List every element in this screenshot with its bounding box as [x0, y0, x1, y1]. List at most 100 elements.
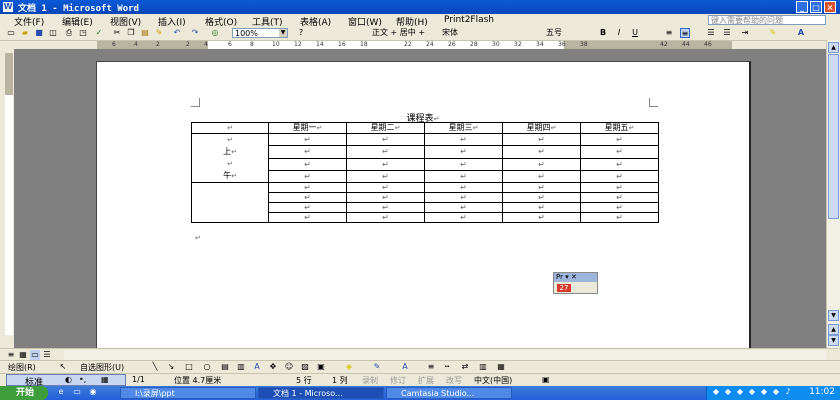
table-cell[interactable]: ↵	[502, 169, 581, 184]
tray-icon-5[interactable]: ◆	[759, 387, 769, 397]
image-icon[interactable]: ▣	[316, 362, 326, 372]
horizontal-scrollbar[interactable]	[64, 350, 826, 360]
line-style-icon[interactable]: ≡	[426, 362, 436, 372]
table-cell[interactable]: ↵	[346, 169, 425, 184]
table-header-cell[interactable]: 星期五↵	[580, 122, 659, 134]
table-cell[interactable]: ↵	[580, 169, 659, 184]
maximize-button[interactable]: □	[810, 1, 822, 13]
table-cell[interactable]: ↵	[502, 202, 581, 213]
table-header-cell[interactable]: 星期二↵	[346, 122, 425, 134]
close-button[interactable]: ×	[824, 1, 836, 13]
afternoon-cell[interactable]	[191, 182, 269, 223]
quicklaunch-ie-icon[interactable]: e	[56, 387, 66, 397]
next-page-button[interactable]: ▼	[828, 335, 839, 346]
spelling-status-icon[interactable]: ▣	[542, 375, 550, 384]
print-preview-icon[interactable]: ◳	[78, 28, 88, 38]
diagram-icon[interactable]: ✥	[268, 362, 278, 372]
tray-icon-6[interactable]: ◆	[771, 387, 781, 397]
open-folder-icon[interactable]: ▰	[20, 28, 30, 38]
arrow-icon[interactable]: ↘	[166, 362, 176, 372]
line-icon[interactable]: ╲	[150, 362, 160, 372]
table-cell[interactable]: ↵	[268, 192, 347, 203]
bold-button[interactable]: B	[598, 28, 608, 38]
page[interactable]: 课程表↵ ↵ 星期一↵ 星期二↵ 星期三↵ 星期四↵ 星期五↵ ↵ 上↵ ↵ 午↵ ↵…	[96, 61, 751, 350]
shadow-icon[interactable]: ▥	[478, 362, 488, 372]
table-cell[interactable]: ↵	[424, 182, 503, 193]
line-color-icon[interactable]: ✎	[372, 362, 382, 372]
select-objects-icon[interactable]: ↖	[58, 362, 68, 372]
status-extend[interactable]: 扩展	[418, 375, 434, 386]
table-cell[interactable]: ↵	[346, 157, 425, 171]
ime-punct-icon[interactable]: •,	[79, 375, 86, 384]
table-cell[interactable]: ↵	[580, 182, 659, 193]
table-cell[interactable]: ↵	[268, 202, 347, 213]
table-cell[interactable]: ↵	[346, 202, 425, 213]
table-cell[interactable]: ↵	[502, 145, 581, 159]
table-cell[interactable]: ↵	[424, 192, 503, 203]
table-cell[interactable]: ↵	[346, 182, 425, 193]
tray-icon-1[interactable]: ◆	[711, 387, 721, 397]
align-center-icon[interactable]: ≡	[680, 28, 690, 38]
font-size-select[interactable]: 五号	[544, 28, 588, 38]
hyperlink-icon[interactable]: ◎	[210, 28, 220, 38]
copy-icon[interactable]: ❐	[126, 28, 136, 38]
spelling-icon[interactable]: ✓	[94, 28, 104, 38]
previous-page-button[interactable]: ▲	[828, 324, 839, 335]
bullets-icon[interactable]: ☰	[722, 28, 732, 38]
table-cell[interactable]: ↵	[580, 157, 659, 171]
tray-icon-3[interactable]: ◆	[735, 387, 745, 397]
italic-button[interactable]: I	[614, 28, 624, 38]
table-cell[interactable]: ↵	[580, 132, 659, 147]
fill-color-icon[interactable]: ◈	[344, 362, 354, 372]
start-button[interactable]: 开始	[0, 386, 48, 400]
dash-style-icon[interactable]: ┅	[442, 362, 452, 372]
table-cell[interactable]: ↵	[580, 212, 659, 223]
vertical-scrollbar[interactable]: ▲ ▼ ▲ ▼	[826, 40, 840, 348]
floating-toolbar-button[interactable]: 27	[557, 284, 571, 292]
table-cell[interactable]: ↵	[424, 169, 503, 184]
table-cell[interactable]: ↵	[424, 202, 503, 213]
table-cell[interactable]: ↵	[580, 145, 659, 159]
task-word-button[interactable]: 文档 1 - Microso...	[258, 387, 384, 399]
table-cell[interactable]: ↵	[502, 132, 581, 147]
wordart-icon[interactable]: A	[252, 362, 262, 372]
font-select[interactable]: 宋体	[440, 28, 530, 38]
volume-icon[interactable]: ♪	[783, 387, 793, 397]
vertical-textbox-icon[interactable]: ▥	[236, 362, 246, 372]
font-color-button[interactable]: A	[796, 28, 806, 38]
arrow-style-icon[interactable]: ⇄	[460, 362, 470, 372]
table-cell[interactable]: ↵	[502, 182, 581, 193]
table-cell[interactable]: ↵	[580, 202, 659, 213]
underline-button[interactable]: U	[630, 28, 640, 38]
draw-menu-button[interactable]: 绘图(R)	[8, 362, 36, 373]
table-cell[interactable]: ↵	[424, 132, 503, 147]
help-search-input[interactable]: 键入需要帮助的问题	[708, 15, 826, 25]
task-camtasia-button[interactable]: Camtasia Studio...	[386, 387, 512, 399]
scroll-down-button[interactable]: ▼	[828, 310, 839, 321]
align-left-icon[interactable]: ≡	[664, 28, 674, 38]
ime-keyboard-icon[interactable]: ▦	[101, 375, 109, 384]
table-cell[interactable]: ↵	[346, 192, 425, 203]
ime-mode-icon[interactable]: ◐	[65, 375, 72, 384]
horizontal-ruler[interactable]: 6 4 2 2 4 6 8 10 12 14 16 18 22 24 26 28 30 32 34 36 38 42 44 4…	[12, 41, 832, 49]
table-cell[interactable]: ↵	[191, 122, 269, 134]
redo-icon[interactable]: ↷	[190, 28, 200, 38]
indent-icon[interactable]: ⇥	[740, 28, 750, 38]
status-record[interactable]: 录制	[362, 375, 378, 386]
zoom-select[interactable]: 100% ▼	[232, 28, 288, 38]
textbox-icon[interactable]: ▤	[220, 362, 230, 372]
quicklaunch-desktop-icon[interactable]: ▭	[72, 387, 82, 397]
format-painter-icon[interactable]: ✎	[154, 28, 164, 38]
table-cell[interactable]: ↵	[502, 192, 581, 203]
highlight-icon[interactable]: ✎	[768, 28, 778, 38]
clipart-icon[interactable]: ☺	[284, 362, 294, 372]
normal-view-icon[interactable]: ≡	[6, 350, 16, 360]
table-cell[interactable]: ↵	[346, 212, 425, 223]
status-track-changes[interactable]: 修订	[390, 375, 406, 386]
schedule-table[interactable]: ↵ 星期一↵ 星期二↵ 星期三↵ 星期四↵ 星期五↵ ↵ 上↵ ↵ 午↵ ↵ ↵ ↵ ↵ ↵ …	[191, 122, 659, 223]
oval-icon[interactable]: ○	[202, 362, 212, 372]
table-cell[interactable]: ↵	[502, 212, 581, 223]
table-cell[interactable]: ↵	[424, 145, 503, 159]
picture-icon[interactable]: ▨	[300, 362, 310, 372]
web-view-icon[interactable]: ▦	[18, 350, 28, 360]
